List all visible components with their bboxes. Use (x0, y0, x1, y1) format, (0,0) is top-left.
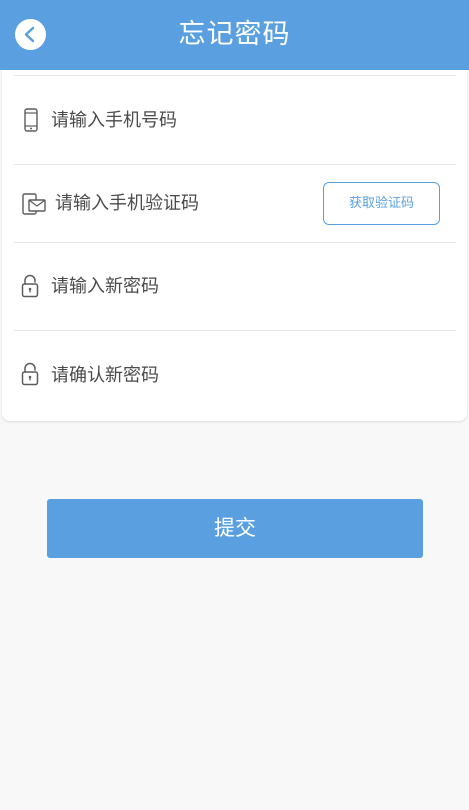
divider (14, 330, 456, 331)
divider (14, 75, 456, 76)
lock-icon (21, 362, 39, 386)
new-password-input[interactable]: 请输入新密码 (51, 275, 159, 299)
page-title: 忘记密码 (178, 19, 291, 50)
confirm-password-input[interactable]: 请确认新密码 (51, 364, 159, 388)
divider (14, 164, 456, 165)
phone-input[interactable]: 请输入手机号码 (51, 109, 177, 133)
get-code-button[interactable]: 获取验证码 (323, 182, 440, 225)
lock-icon (21, 274, 39, 298)
sms-code-icon (22, 193, 46, 215)
divider (14, 242, 456, 243)
submit-button[interactable]: 提交 (47, 499, 423, 558)
verification-code-input[interactable]: 请输入手机验证码 (55, 192, 199, 216)
form-card: 请输入手机号码 请输入手机验证码 获取验证码 请输入新密码 请确认新密码 (2, 70, 467, 421)
phone-icon (24, 108, 38, 132)
header-bar: 忘记密码 (0, 0, 469, 70)
